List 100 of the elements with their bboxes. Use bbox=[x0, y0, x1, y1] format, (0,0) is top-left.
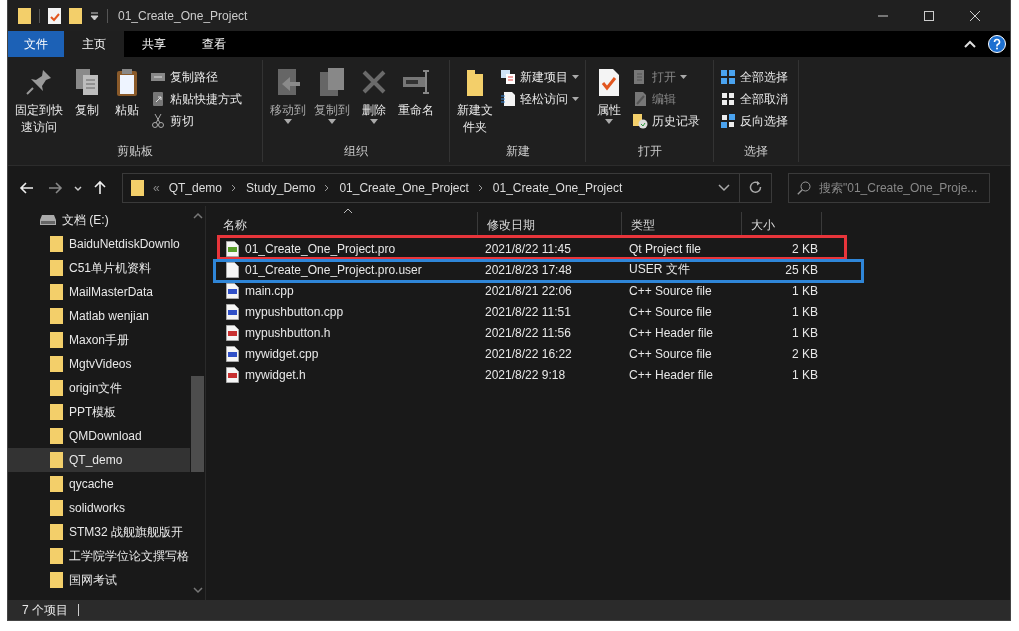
dropdown-icon[interactable] bbox=[90, 11, 99, 20]
sidebar-item[interactable]: 工学院学位论文撰写格 bbox=[8, 544, 190, 568]
scroll-down-icon[interactable] bbox=[192, 586, 203, 594]
table-cell-text: C++ Header file bbox=[629, 367, 715, 382]
ribbon-tab[interactable]: 共享 bbox=[124, 31, 184, 57]
item-count: 7 个项目 bbox=[22, 601, 68, 619]
ribbon-button[interactable]: 复制路径 bbox=[148, 66, 244, 88]
file-name[interactable]: mywidget.h bbox=[245, 367, 306, 382]
column-header[interactable]: 修改日期 bbox=[478, 212, 622, 238]
chevron-icon[interactable] bbox=[477, 184, 484, 192]
ribbon-button[interactable]: 全部取消 bbox=[718, 88, 790, 110]
edit-icon bbox=[632, 91, 648, 107]
table-cell-text: 2021/8/23 17:48 bbox=[485, 262, 573, 277]
new-item-icon bbox=[500, 69, 516, 85]
source-file-icon bbox=[226, 303, 239, 320]
chevron-icon[interactable] bbox=[324, 184, 331, 192]
ribbon-button[interactable]: 轻松访问 bbox=[498, 88, 581, 110]
folder-icon bbox=[50, 308, 63, 324]
file-name[interactable]: mypushbutton.cpp bbox=[245, 304, 344, 319]
ribbon-button[interactable]: 剪切 bbox=[148, 110, 244, 132]
shortcut-icon bbox=[150, 91, 166, 107]
column-header[interactable]: 名称 bbox=[214, 212, 478, 238]
ribbon-button[interactable]: 粘贴 bbox=[108, 64, 146, 121]
folder-icon[interactable] bbox=[69, 7, 82, 24]
ribbon-button[interactable]: 重命名 bbox=[395, 64, 437, 121]
window-title: 01_Create_One_Project bbox=[118, 8, 248, 23]
ribbon-button[interactable]: 历史记录 bbox=[630, 110, 702, 132]
select-none-icon bbox=[720, 91, 736, 107]
sidebar-item[interactable]: PPT模板 bbox=[8, 400, 190, 424]
file-name[interactable]: main.cpp bbox=[245, 283, 294, 298]
sidebar-item[interactable]: 国网考试 bbox=[8, 568, 190, 592]
overflow-chevron[interactable]: « bbox=[153, 181, 160, 195]
table-cell-text: 1 KB bbox=[791, 304, 818, 319]
table-cell-text: 1 KB bbox=[791, 283, 818, 298]
ribbon-button[interactable]: 全部选择 bbox=[718, 66, 790, 88]
table-cell-text: 1 KB bbox=[791, 325, 818, 340]
table-cell-text: 25 KB bbox=[784, 262, 818, 277]
sidebar-item[interactable]: MgtvVideos bbox=[8, 352, 190, 376]
refresh-icon[interactable] bbox=[749, 181, 763, 195]
ribbon-button[interactable]: 粘贴快捷方式 bbox=[148, 88, 244, 110]
history-icon bbox=[632, 113, 648, 129]
header-file-icon bbox=[226, 366, 239, 383]
ribbon-button[interactable]: 新建项目 bbox=[498, 66, 581, 88]
group-label: 打开 bbox=[636, 143, 663, 160]
file-name[interactable]: 01_Create_One_Project.pro bbox=[245, 241, 396, 256]
sidebar-item[interactable]: qycache bbox=[8, 472, 190, 496]
ribbon-button[interactable]: 属性 bbox=[590, 64, 628, 126]
sidebar-item[interactable]: Maxon手册 bbox=[8, 328, 190, 352]
ribbon-tab[interactable]: 文件 bbox=[8, 31, 64, 57]
ribbon-button[interactable]: 删除 bbox=[355, 64, 393, 126]
folder-icon bbox=[50, 572, 63, 588]
column-header[interactable]: 大小 bbox=[742, 212, 822, 238]
header-file-icon bbox=[226, 324, 239, 341]
folder-icon bbox=[18, 7, 31, 24]
sidebar-item[interactable]: Matlab wenjian bbox=[8, 304, 190, 328]
scrollbar-thumb[interactable] bbox=[191, 376, 204, 472]
ribbon-button[interactable]: 反向选择 bbox=[718, 110, 790, 132]
breadcrumb[interactable]: 01_Create_One_Project bbox=[339, 181, 469, 195]
breadcrumb[interactable]: QT_demo bbox=[168, 181, 223, 195]
breadcrumb[interactable]: Study_Demo bbox=[246, 181, 316, 195]
sidebar-item[interactable]: MailMasterData bbox=[8, 280, 190, 304]
search-icon bbox=[797, 181, 811, 195]
sidebar-item[interactable]: C51单片机资料 bbox=[8, 256, 190, 280]
sidebar-item[interactable]: BaiduNetdiskDownlo bbox=[8, 232, 190, 256]
address-bar[interactable]: « QT_demo Study_Demo 01_Create_One_Project 01_Create_One_Project bbox=[122, 173, 772, 203]
sidebar-item[interactable]: QT_demo bbox=[8, 448, 190, 472]
table-cell-text: 2 KB bbox=[791, 241, 818, 256]
sidebar-item[interactable]: STM32 战舰旗舰版开 bbox=[8, 520, 190, 544]
folder-icon bbox=[50, 236, 63, 252]
sidebar-item[interactable]: QMDownload bbox=[8, 424, 190, 448]
chevron-icon[interactable] bbox=[231, 184, 238, 192]
sidebar-item[interactable]: origin文件 bbox=[8, 376, 190, 400]
ribbon-button[interactable]: 新建文件夹 bbox=[454, 64, 496, 138]
properties-icon[interactable] bbox=[48, 7, 61, 24]
dropdown-icon[interactable] bbox=[718, 184, 730, 192]
sidebar-item[interactable]: solidworks bbox=[8, 496, 190, 520]
ribbon-button[interactable]: 固定到快速访问 bbox=[12, 64, 66, 138]
sidebar-item[interactable]: 文档 (E:) bbox=[62, 211, 109, 229]
folder-icon bbox=[50, 284, 63, 300]
drive-icon bbox=[40, 215, 56, 225]
table-cell-text: C++ Source file bbox=[629, 283, 713, 298]
folder-icon bbox=[50, 548, 63, 564]
file-name[interactable]: 01_Create_One_Project.pro.user bbox=[245, 262, 422, 277]
help-icon[interactable] bbox=[988, 35, 1006, 53]
file-name[interactable]: mywidget.cpp bbox=[245, 346, 319, 361]
scroll-up-icon[interactable] bbox=[192, 212, 203, 220]
ribbon-tab[interactable]: 主页 bbox=[64, 31, 124, 57]
collapse-ribbon-icon[interactable] bbox=[964, 40, 976, 48]
group-label: 新建 bbox=[504, 143, 531, 160]
breadcrumb[interactable]: 01_Create_One_Project bbox=[492, 181, 623, 195]
column-header[interactable]: 类型 bbox=[622, 212, 742, 238]
ribbon-button[interactable]: 复制 bbox=[68, 64, 106, 121]
search-field[interactable]: 搜索"01_Create_One_Proje... bbox=[788, 173, 990, 203]
table-cell-text: C++ Source file bbox=[629, 304, 713, 319]
ribbon-tab[interactable]: 查看 bbox=[184, 31, 244, 57]
table-cell-text: 2021/8/21 22:06 bbox=[485, 283, 573, 298]
file-name[interactable]: mypushbutton.h bbox=[245, 325, 331, 340]
table-cell-text: 2 KB bbox=[791, 346, 818, 361]
table-cell-text: 2021/8/22 11:51 bbox=[485, 304, 572, 319]
scissors-icon bbox=[150, 113, 166, 129]
